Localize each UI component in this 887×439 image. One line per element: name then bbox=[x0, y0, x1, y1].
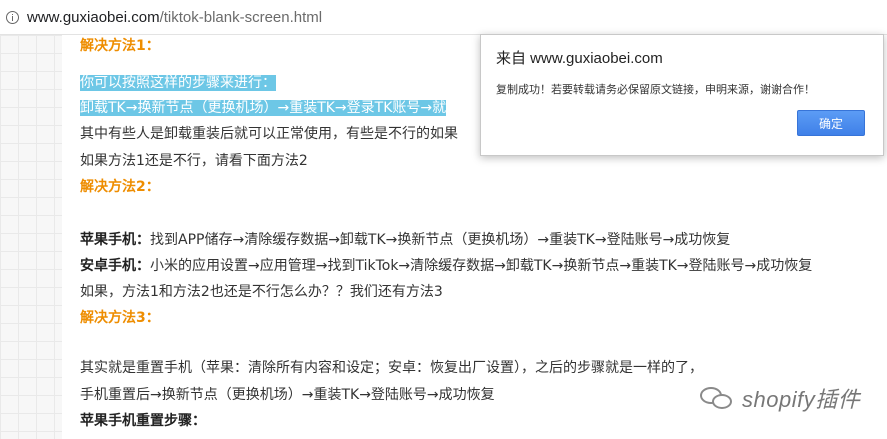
selected-text: 卸载TK→换新节点（更换机场）→重装TK→登录TK账号→就 bbox=[80, 100, 447, 116]
steps-intro: 你可以按照这样的步骤来进行： bbox=[80, 72, 276, 94]
url-path: /tiktok-blank-screen.html bbox=[159, 8, 323, 26]
url-text[interactable]: www.guxiaobei.com/tiktok-blank-screen.ht… bbox=[27, 9, 322, 26]
info-icon[interactable] bbox=[6, 10, 19, 24]
method2-heading: 解决方法2： bbox=[80, 179, 160, 195]
note-1: 其中有些人是卸载重装后就可以正常使用，有些是不行的如果 bbox=[80, 126, 458, 142]
method1-steps: 卸载TK→换新节点（更换机场）→重装TK→登录TK账号→就 bbox=[80, 97, 447, 119]
alert-dialog: 来自 www.guxiaobei.com 复制成功！若要转载请务必保留原文链接，… bbox=[480, 34, 884, 156]
watermark-text: shopify插件 bbox=[742, 387, 861, 412]
dialog-title: 来自 www.guxiaobei.com bbox=[496, 50, 663, 67]
url-domain: www.guxiaobei.com bbox=[27, 8, 160, 26]
left-gutter bbox=[0, 35, 62, 439]
reset-steps: 手机重置后→换新节点（更换机场）→重装TK→登陆账号→成功恢复 bbox=[80, 387, 495, 403]
method3-heading: 解决方法3： bbox=[80, 310, 160, 326]
android-steps-line: 安卓手机：小米的应用设置→应用管理→找到TikTok→清除缓存数据→卸载TK→换… bbox=[80, 255, 812, 277]
android-steps: 小米的应用设置→应用管理→找到TikTok→清除缓存数据→卸载TK→换新节点→重… bbox=[150, 258, 813, 274]
apple-steps: 找到APP储存→清除缓存数据→卸载TK→换新节点（更换机场）→重装TK→登陆账号… bbox=[150, 232, 731, 248]
apple-reset-heading: 苹果手机重置步骤： bbox=[80, 413, 206, 429]
ok-button[interactable]: 确定 bbox=[797, 110, 865, 136]
address-bar[interactable]: www.guxiaobei.com/tiktok-blank-screen.ht… bbox=[0, 0, 887, 35]
android-label: 安卓手机： bbox=[80, 258, 150, 274]
question-line: 如果，方法1和方法2也还是不行怎么办？？我们还有方法3 bbox=[80, 284, 443, 300]
selected-text: 你可以按照这样的步骤来进行： bbox=[80, 75, 276, 91]
reset-description: 其实就是重置手机（苹果：清除所有内容和设定；安卓：恢复出厂设置），之后的步骤就是… bbox=[80, 360, 703, 376]
dialog-message: 复制成功！若要转载请务必保留原文链接，申明来源，谢谢合作！ bbox=[496, 83, 815, 96]
method1-heading: 解决方法1： bbox=[80, 38, 160, 54]
watermark: shopify插件 bbox=[700, 382, 860, 414]
apple-label: 苹果手机： bbox=[80, 232, 150, 248]
apple-steps-line: 苹果手机：找到APP储存→清除缓存数据→卸载TK→换新节点（更换机场）→重装TK… bbox=[80, 229, 730, 251]
note-2: 如果方法1还是不行，请看下面方法2 bbox=[80, 153, 308, 169]
wechat-icon bbox=[700, 385, 734, 411]
